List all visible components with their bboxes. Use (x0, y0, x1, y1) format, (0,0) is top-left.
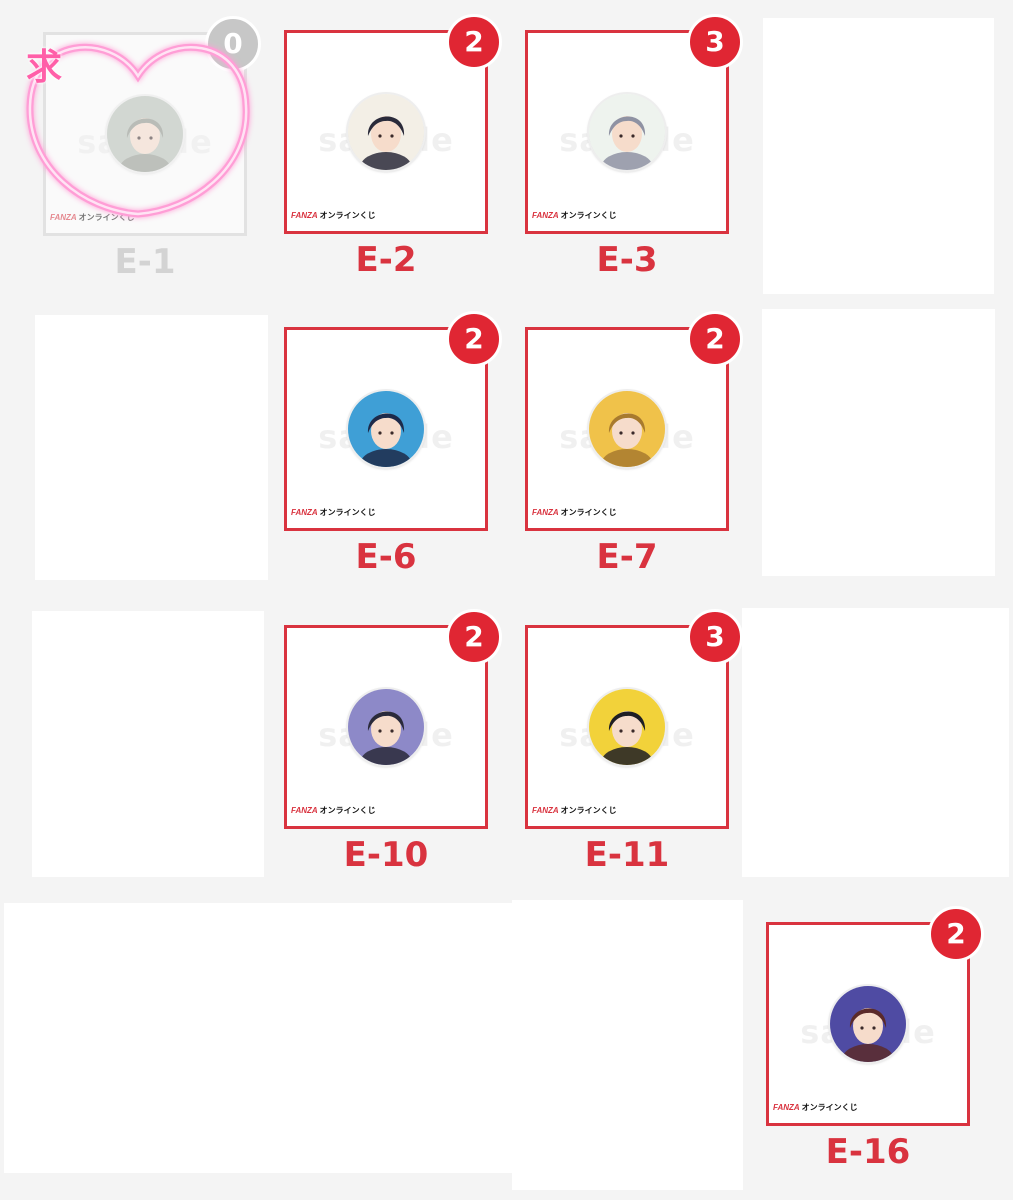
badge-image (348, 689, 424, 765)
item-card-e16[interactable]: sample FANZAオンラインくじ 2 E-16 (766, 906, 984, 1177)
blank-panel (512, 900, 743, 1190)
item-card-e1[interactable]: sample FANZAオンラインくじ 0 E-1 (43, 16, 261, 287)
blank-panel (32, 611, 264, 877)
item-label: E-1 (114, 242, 176, 282)
character-illustration (589, 94, 665, 170)
blank-panel (762, 309, 995, 576)
item-card-e3[interactable]: sample FANZAオンラインくじ 3 E-3 (525, 14, 743, 285)
count-badge: 3 (687, 609, 743, 665)
brand-logo: FANZA オンラインくじ (291, 508, 376, 517)
character-illustration (107, 96, 183, 172)
count-badge: 2 (446, 14, 502, 70)
item-card-e11[interactable]: sample FANZAオンラインくじ 3 E-11 (525, 609, 743, 880)
item-card-e6[interactable]: sample FANZAオンラインくじ 2 E-6 (284, 311, 502, 582)
count-badge: 0 (205, 16, 261, 72)
badge-image (348, 391, 424, 467)
item-label: E-11 (584, 835, 670, 875)
badge-image (589, 94, 665, 170)
brand-logo: FANZA オンラインくじ (291, 806, 376, 815)
count-badge: 2 (446, 609, 502, 665)
blank-panel (35, 315, 268, 580)
item-label: E-16 (825, 1132, 911, 1172)
item-card-e7[interactable]: sample FANZAオンラインくじ 2 E-7 (525, 311, 743, 582)
count-badge: 2 (928, 906, 984, 962)
item-label: E-6 (355, 537, 417, 577)
badge-image (107, 96, 183, 172)
count-badge: 2 (687, 311, 743, 367)
blank-panel (4, 903, 512, 1173)
blank-panel (742, 608, 1009, 877)
item-label: E-3 (596, 240, 658, 280)
item-card-e10[interactable]: sample FANZAオンラインくじ 2 E-10 (284, 609, 502, 880)
badge-image (830, 986, 906, 1062)
count-badge: 2 (446, 311, 502, 367)
request-mark: 求 (26, 47, 63, 88)
count-badge: 3 (687, 14, 743, 70)
brand-logo: FANZA オンラインくじ (50, 213, 135, 222)
badge-image (589, 391, 665, 467)
character-illustration (348, 94, 424, 170)
character-illustration (589, 689, 665, 765)
item-card-e2[interactable]: sample FANZAオンラインくじ 2 E-2 (284, 14, 502, 285)
brand-logo: FANZA オンラインくじ (532, 806, 617, 815)
character-illustration (348, 391, 424, 467)
badge-image (348, 94, 424, 170)
brand-logo: FANZA オンラインくじ (291, 211, 376, 220)
brand-logo: FANZA オンラインくじ (773, 1103, 858, 1112)
item-label: E-10 (343, 835, 429, 875)
badge-image (589, 689, 665, 765)
item-label: E-2 (355, 240, 417, 280)
item-label: E-7 (596, 537, 658, 577)
character-illustration (348, 689, 424, 765)
character-illustration (589, 391, 665, 467)
brand-logo: FANZA オンラインくじ (532, 211, 617, 220)
blank-panel (763, 18, 994, 294)
character-illustration (830, 986, 906, 1062)
brand-logo: FANZA オンラインくじ (532, 508, 617, 517)
